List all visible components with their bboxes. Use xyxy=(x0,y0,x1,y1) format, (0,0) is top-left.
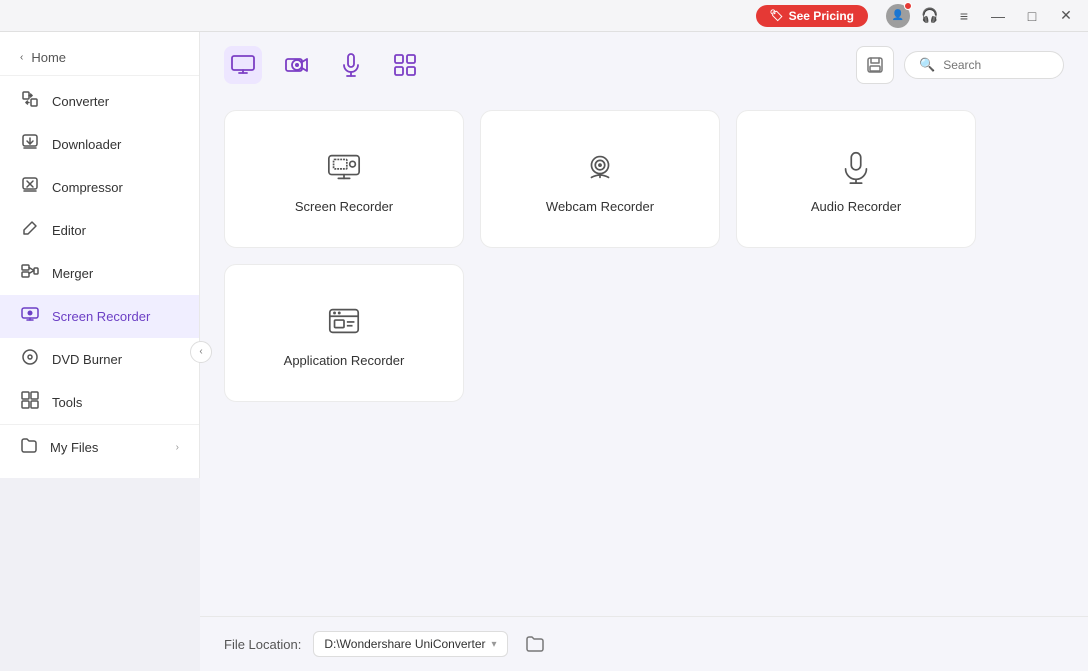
application-recorder-card-icon xyxy=(322,299,366,343)
downloader-label: Downloader xyxy=(52,137,121,152)
editor-icon xyxy=(20,219,40,242)
sidebar-bottom: My Files › xyxy=(0,424,199,470)
cards-row-1: Screen Recorder Webcam Recorder xyxy=(224,110,1064,248)
file-location-select[interactable]: D:\Wondershare UniConverter ▾ xyxy=(313,631,507,657)
tab-apps[interactable] xyxy=(386,46,424,84)
merger-label: Merger xyxy=(52,266,93,281)
my-files-chevron-icon: › xyxy=(176,442,179,453)
sidebar-item-compressor[interactable]: Compressor xyxy=(0,166,199,209)
toolbar-tabs xyxy=(224,46,424,84)
sidebar-item-downloader[interactable]: Downloader xyxy=(0,123,199,166)
home-label: Home xyxy=(31,50,66,65)
main-layout: ‹ Home Converter xyxy=(0,32,1088,671)
audio-recorder-card-icon xyxy=(834,145,878,189)
tab-screen[interactable] xyxy=(224,46,262,84)
sidebar-my-files[interactable]: My Files › xyxy=(0,425,199,470)
see-pricing-button[interactable]: See Pricing xyxy=(756,5,868,27)
my-files-label: My Files xyxy=(50,440,98,455)
see-pricing-label: See Pricing xyxy=(789,9,854,23)
webcam-recorder-card-label: Webcam Recorder xyxy=(546,199,654,214)
sidebar-wrapper: ‹ Home Converter xyxy=(0,32,200,671)
compressor-icon xyxy=(20,176,40,199)
minimize-button[interactable]: — xyxy=(984,2,1012,30)
sidebar-item-screen-recorder[interactable]: Screen Recorder xyxy=(0,295,199,338)
file-location-path: D:\Wondershare UniConverter xyxy=(324,637,485,651)
dvd-burner-icon xyxy=(20,348,40,371)
screen-recorder-card-icon xyxy=(322,145,366,189)
merger-icon xyxy=(20,262,40,285)
file-location-chevron-icon: ▾ xyxy=(492,639,497,650)
support-button[interactable]: 🎧 xyxy=(916,2,944,30)
my-files-icon xyxy=(20,437,38,458)
application-recorder-card-label: Application Recorder xyxy=(284,353,405,368)
tools-label: Tools xyxy=(52,395,82,410)
converter-label: Converter xyxy=(52,94,109,109)
maximize-button[interactable]: □ xyxy=(1018,2,1046,30)
screen-recorder-card-label: Screen Recorder xyxy=(295,199,393,214)
chevron-left-icon: ‹ xyxy=(20,52,23,63)
save-button[interactable] xyxy=(856,46,894,84)
sidebar-collapse-button[interactable]: ‹ xyxy=(190,341,212,363)
compressor-label: Compressor xyxy=(52,180,123,195)
screen-recorder-label: Screen Recorder xyxy=(52,309,150,324)
titlebar: See Pricing 👤 🎧 ≡ — □ ✕ xyxy=(0,0,1088,32)
menu-button[interactable]: ≡ xyxy=(950,2,978,30)
file-location-bar: File Location: D:\Wondershare UniConvert… xyxy=(200,616,1088,671)
sidebar-item-converter[interactable]: Converter xyxy=(0,80,199,123)
content-area: 🔍 xyxy=(200,32,1088,671)
webcam-recorder-card[interactable]: Webcam Recorder xyxy=(480,110,720,248)
user-avatar[interactable]: 👤 xyxy=(886,4,910,28)
search-input[interactable] xyxy=(943,58,1049,72)
browse-folder-button[interactable] xyxy=(520,629,550,659)
application-recorder-card[interactable]: Application Recorder xyxy=(224,264,464,402)
screen-recorder-icon xyxy=(20,305,40,328)
search-box: 🔍 xyxy=(904,51,1064,79)
tab-webcam[interactable] xyxy=(278,46,316,84)
audio-recorder-card-label: Audio Recorder xyxy=(811,199,901,214)
sidebar-item-tools[interactable]: Tools xyxy=(0,381,199,424)
webcam-recorder-card-icon xyxy=(578,145,622,189)
cards-area: Screen Recorder Webcam Recorder xyxy=(200,94,1088,616)
titlebar-right: See Pricing 👤 🎧 ≡ — □ ✕ xyxy=(756,2,1080,30)
audio-recorder-card[interactable]: Audio Recorder xyxy=(736,110,976,248)
downloader-icon xyxy=(20,133,40,156)
editor-label: Editor xyxy=(52,223,86,238)
avatar-badge xyxy=(904,2,912,10)
sidebar-item-merger[interactable]: Merger xyxy=(0,252,199,295)
file-location-label: File Location: xyxy=(224,637,301,652)
tab-audio[interactable] xyxy=(332,46,370,84)
search-icon: 🔍 xyxy=(919,57,935,73)
cards-row-2: Application Recorder xyxy=(224,264,1064,402)
content-toolbar: 🔍 xyxy=(200,32,1088,94)
sidebar: ‹ Home Converter xyxy=(0,32,200,478)
close-button[interactable]: ✕ xyxy=(1052,2,1080,30)
converter-icon xyxy=(20,90,40,113)
toolbar-right: 🔍 xyxy=(856,46,1064,84)
sidebar-item-dvd-burner[interactable]: DVD Burner xyxy=(0,338,199,381)
sidebar-home[interactable]: ‹ Home xyxy=(0,40,199,76)
sidebar-item-editor[interactable]: Editor xyxy=(0,209,199,252)
dvd-burner-label: DVD Burner xyxy=(52,352,122,367)
screen-recorder-card[interactable]: Screen Recorder xyxy=(224,110,464,248)
avatar-icon: 👤 xyxy=(892,10,904,21)
tools-icon xyxy=(20,391,40,414)
